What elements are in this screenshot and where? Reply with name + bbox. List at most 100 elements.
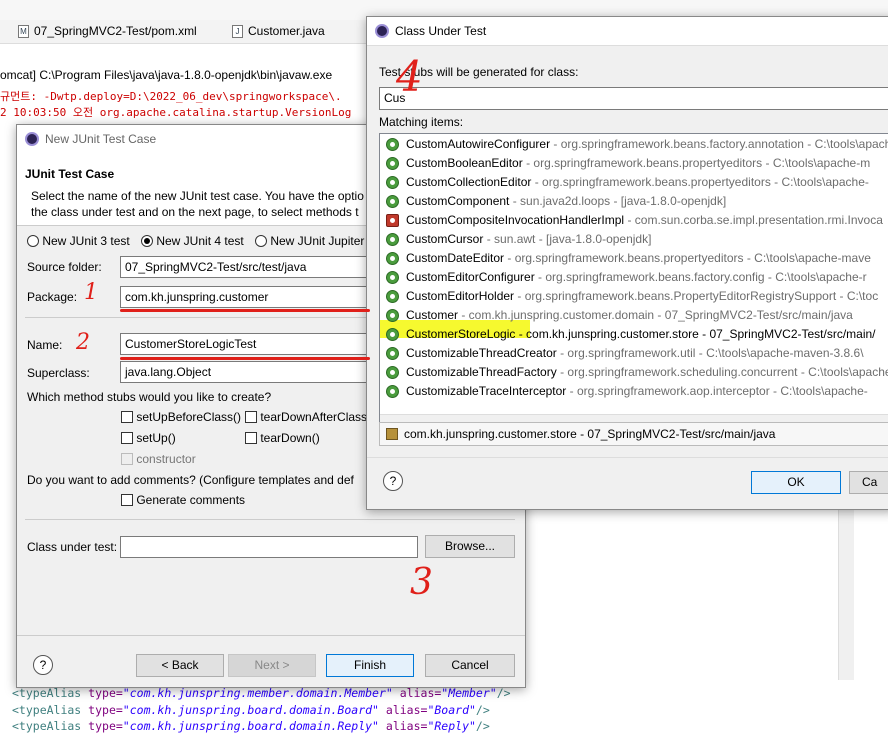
xml-line: <typeAlias type="com.kh.junspring.board.… [12, 719, 490, 733]
junit-description-line: the class under test and on the next pag… [31, 205, 359, 219]
list-item[interactable]: CustomEditorHolder - org.springframework… [380, 287, 888, 306]
superclass-field[interactable]: java.lang.Object [120, 361, 380, 383]
radio-indicator [27, 235, 39, 247]
editor-tab-customer[interactable]: J Customer.java [232, 24, 325, 38]
class-icon [386, 176, 399, 189]
annotation-underline-package [120, 309, 370, 312]
class-under-test-label: Class under test: [27, 540, 118, 554]
list-item[interactable]: CustomCompositeInvocationHandlerImpl - c… [380, 211, 888, 230]
class-icon [386, 195, 399, 208]
checkbox-label: tearDown() [260, 431, 320, 445]
checkbox-indicator [121, 453, 133, 465]
divider [25, 317, 375, 318]
checkbox-label: setUpBeforeClass() [136, 410, 242, 424]
list-item[interactable]: CustomCursor - sun.awt - [java-1.8.0-ope… [380, 230, 888, 249]
annotation-number-3: 3 [410, 562, 433, 603]
divider [367, 45, 888, 46]
next-button: Next > [228, 654, 316, 677]
back-button[interactable]: < Back [136, 654, 224, 677]
help-icon[interactable]: ? [33, 655, 53, 675]
eclipse-icon [25, 132, 39, 146]
checkbox-label: tearDownAfterClass [260, 410, 368, 424]
checkbox-label: Generate comments [136, 493, 246, 507]
class-under-test-dialog: Class Under Test Test stubs will be gene… [366, 16, 888, 510]
divider [367, 457, 888, 458]
junit-dialog-title: New JUnit Test Case [45, 132, 157, 146]
source-folder-field[interactable]: 07_SpringMVC2-Test/src/test/java [120, 256, 380, 278]
annotation-number-2: 2 [76, 330, 90, 355]
annotation-number-1: 1 [84, 280, 98, 305]
class-icon [386, 309, 399, 322]
class-search-input[interactable]: Cus [379, 87, 888, 110]
divider [25, 519, 515, 520]
source-folder-label: Source folder: [27, 260, 102, 274]
class-dialog-titlebar[interactable]: Class Under Test [367, 17, 888, 45]
matching-items-list[interactable]: CustomAutowireConfigurer - org.springfra… [379, 133, 888, 445]
list-item[interactable]: CustomizableTraceInterceptor - org.sprin… [380, 382, 888, 401]
radio-label: New JUnit 3 test [42, 234, 130, 248]
class-cancel-button[interactable]: Ca [849, 471, 888, 494]
junit-heading: JUnit Test Case [25, 167, 115, 181]
checkbox-setup[interactable]: setUp() [121, 431, 176, 445]
selection-status-text: com.kh.junspring.customer.store - 07_Spr… [404, 427, 776, 441]
class-icon [386, 214, 399, 227]
xml-line: <typeAlias type="com.kh.junspring.member… [12, 686, 511, 700]
ok-button[interactable]: OK [751, 471, 841, 494]
browse-button[interactable]: Browse... [425, 535, 515, 558]
checkbox-teardown-after-class[interactable]: tearDownAfterClass [245, 410, 367, 424]
class-icon [386, 290, 399, 303]
checkbox-indicator [245, 411, 257, 423]
checkbox-indicator [121, 411, 133, 423]
editor-tab-pom[interactable]: M 07_SpringMVC2-Test/pom.xml [18, 24, 197, 38]
list-item-selected[interactable]: CustomerStoreLogic - com.kh.junspring.cu… [380, 325, 888, 344]
class-icon [386, 328, 399, 341]
checkbox-indicator [245, 432, 257, 444]
radio-junit3[interactable]: New JUnit 3 test [27, 234, 130, 248]
finish-button[interactable]: Finish [326, 654, 414, 677]
class-icon [386, 347, 399, 360]
junit-cancel-button[interactable]: Cancel [425, 654, 515, 677]
stubs-question: Which method stubs would you like to cre… [27, 390, 272, 404]
radio-junit4[interactable]: New JUnit 4 test [141, 234, 244, 248]
editor-tab-label: Customer.java [248, 24, 325, 38]
list-item[interactable]: CustomAutowireConfigurer - org.springfra… [380, 135, 888, 154]
xml-file-icon: M [18, 24, 29, 38]
radio-junit-jupiter[interactable]: New JUnit Jupiter [255, 234, 364, 248]
class-icon [386, 252, 399, 265]
divider [17, 635, 525, 636]
radio-label: New JUnit Jupiter [270, 234, 365, 248]
list-item[interactable]: CustomDateEditor - org.springframework.b… [380, 249, 888, 268]
help-icon[interactable]: ? [383, 471, 403, 491]
radio-indicator [141, 235, 153, 247]
class-icon [386, 233, 399, 246]
superclass-label: Superclass: [27, 366, 90, 380]
package-field[interactable]: com.kh.junspring.customer [120, 286, 380, 308]
checkbox-teardown[interactable]: tearDown() [245, 431, 320, 445]
editor-tab-label: 07_SpringMVC2-Test/pom.xml [34, 24, 197, 38]
checkbox-indicator [121, 432, 133, 444]
junit-description-line: Select the name of the new JUnit test ca… [31, 189, 364, 203]
list-item[interactable]: Customer - com.kh.junspring.customer.dom… [380, 306, 888, 325]
list-item[interactable]: CustomBooleanEditor - org.springframewor… [380, 154, 888, 173]
annotation-underline-name [120, 357, 370, 360]
checkbox-setup-before-class[interactable]: setUpBeforeClass() [121, 410, 241, 424]
list-item[interactable]: CustomizableThreadFactory - org.springfr… [380, 363, 888, 382]
selection-status-bar: com.kh.junspring.customer.store - 07_Spr… [379, 422, 888, 446]
console-line: 규먼트: -Dwtp.deploy=D:\2022_06_dev\springw… [0, 90, 342, 103]
list-item[interactable]: CustomCollectionEditor - org.springframe… [380, 173, 888, 192]
class-icon [386, 138, 399, 151]
xml-line: <typeAlias type="com.kh.junspring.board.… [12, 703, 490, 717]
class-under-test-field[interactable] [120, 536, 418, 558]
list-item[interactable]: CustomizableThreadCreator - org.springfr… [380, 344, 888, 363]
checkbox-generate-comments[interactable]: Generate comments [121, 493, 245, 507]
radio-label: New JUnit 4 test [156, 234, 244, 248]
console-launch-path: omcat] C:\Program Files\java\java-1.8.0-… [0, 68, 333, 82]
name-label: Name: [27, 338, 63, 352]
package-label: Package: [27, 290, 78, 304]
editor-scrollbar[interactable] [838, 500, 854, 680]
list-item[interactable]: CustomComponent - sun.java2d.loops - [ja… [380, 192, 888, 211]
radio-indicator [255, 235, 267, 247]
name-field[interactable]: CustomerStoreLogicTest [120, 333, 380, 355]
list-item[interactable]: CustomEditorConfigurer - org.springframe… [380, 268, 888, 287]
class-icon [386, 385, 399, 398]
